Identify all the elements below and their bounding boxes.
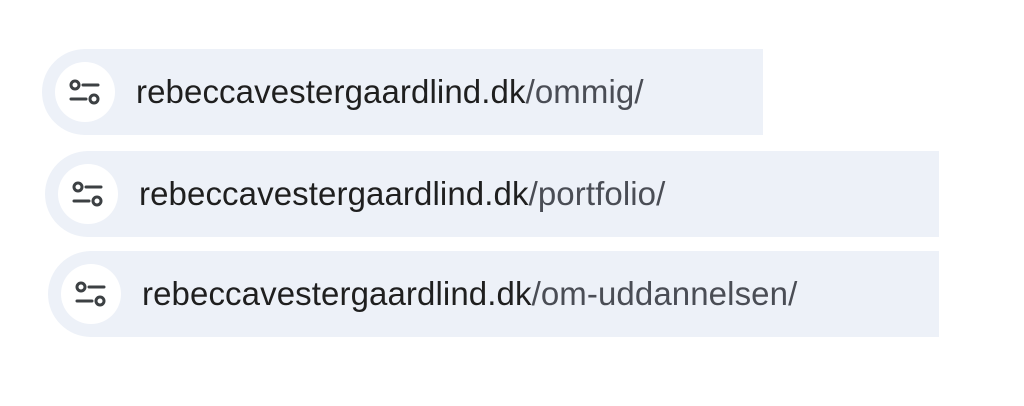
url-suggestion-om-uddannelsen[interactable]: rebeccavestergaardlind.dk/om-uddannelsen… (48, 251, 939, 337)
site-settings-button[interactable] (61, 264, 121, 324)
site-settings-button[interactable] (55, 62, 115, 122)
site-settings-button[interactable] (58, 164, 118, 224)
url-text: rebeccavestergaardlind.dk/portfolio/ (139, 175, 665, 213)
url-path: /om-uddannelsen/ (531, 275, 798, 312)
url-text: rebeccavestergaardlind.dk/om-uddannelsen… (142, 275, 797, 313)
url-path: /portfolio/ (528, 175, 666, 212)
tune-settings-icon (69, 79, 100, 105)
tune-settings-icon (72, 181, 103, 207)
url-suggestion-list: rebeccavestergaardlind.dk/ommig/ rebecca… (0, 0, 1024, 406)
url-text: rebeccavestergaardlind.dk/ommig/ (136, 73, 644, 111)
tune-settings-icon (75, 281, 106, 307)
url-domain: rebeccavestergaardlind.dk (136, 73, 526, 110)
url-domain: rebeccavestergaardlind.dk (142, 275, 532, 312)
url-path: /ommig/ (525, 73, 644, 110)
url-domain: rebeccavestergaardlind.dk (139, 175, 529, 212)
url-suggestion-portfolio[interactable]: rebeccavestergaardlind.dk/portfolio/ (45, 151, 939, 237)
url-suggestion-ommig[interactable]: rebeccavestergaardlind.dk/ommig/ (42, 49, 763, 135)
